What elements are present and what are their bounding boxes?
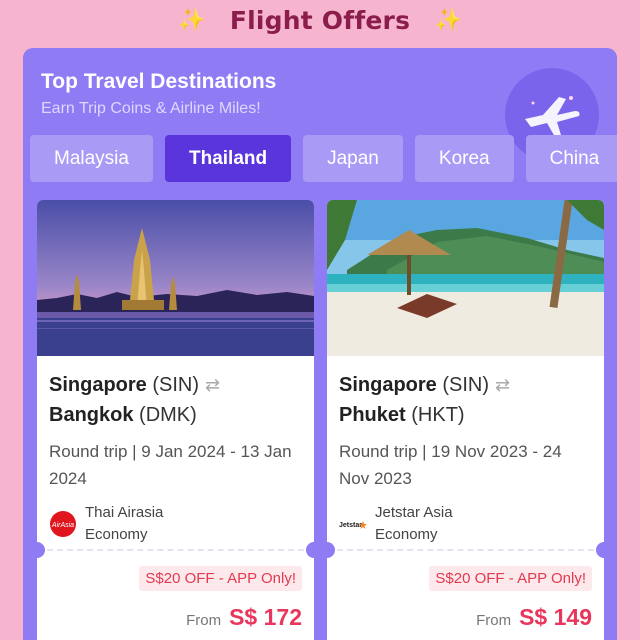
sparkle-icon: ✨ [178,7,206,32]
price-value: S$ 172 [229,604,302,630]
svg-text:AirAsia: AirAsia [51,522,74,529]
route: Singapore (SIN) ⇄ Bangkok (DMK) [37,356,314,430]
destination-city: Phuket [339,404,406,426]
ticket-notch [596,542,604,558]
destination-code: (DMK) [139,404,197,426]
promo-badge: S$20 OFF - APP Only! [429,566,592,591]
airline-info: AirAsia Thai Airasia Economy [37,492,314,546]
offer-card[interactable]: Singapore (SIN) ⇄ Phuket (HKT) Round trip… [327,200,604,640]
airline-name: Thai Airasia [85,504,164,521]
panel-heading: Top Travel Destinations Earn Trip Coins … [41,70,276,118]
airasia-logo: AirAsia [49,510,77,538]
jetstar-logo: Jetstar [339,510,367,538]
destination-code: (HKT) [411,404,465,426]
divider [47,549,304,551]
tab-china[interactable]: China [525,135,617,182]
route: Singapore (SIN) ⇄ Phuket (HKT) [327,356,604,430]
panel-title: Top Travel Destinations [41,70,277,93]
origin-city: Singapore [49,374,147,396]
price-from-label: From [186,612,222,629]
svg-text:Jetstar: Jetstar [339,522,362,529]
offer-card[interactable]: Singapore (SIN) ⇄ Bangkok (DMK) Round tri… [37,200,314,640]
divider [337,549,594,551]
trip-dates: Round trip | 9 Jan 2024 - 13 Jan 2024 [49,442,292,488]
airline-name: Jetstar Asia [375,504,453,521]
tab-korea[interactable]: Korea [414,135,514,182]
ticket-notch [306,542,314,558]
bangkok-temple-image [37,200,314,356]
round-trip-arrows-icon: ⇄ [205,375,221,395]
origin-code: (SIN) [152,374,200,396]
country-tabs: Malaysia Thailand Japan Korea China [30,135,617,182]
page-title: Flight Offers [229,5,411,35]
destinations-panel: Top Travel Destinations Earn Trip Coins … [23,48,617,640]
trip-dates: Round trip | 19 Nov 2023 - 24 Nov 2023 [339,442,562,488]
airline-info: Jetstar Jetstar Asia Economy [327,492,604,546]
origin-city: Singapore [339,374,437,396]
destination-city: Bangkok [49,404,134,426]
price: From S$ 149 [476,604,592,631]
phuket-beach-image [327,200,604,356]
promo-badge: S$20 OFF - APP Only! [139,566,302,591]
price-value: S$ 149 [519,604,592,630]
cabin-class: Economy [85,526,148,543]
cabin-class: Economy [375,526,438,543]
sparkle-icon: ✨ [434,7,462,32]
panel-subtitle: Earn Trip Coins & Airline Miles! [41,100,261,117]
price: From S$ 172 [186,604,302,631]
tab-malaysia[interactable]: Malaysia [30,135,153,182]
offer-cards: Singapore (SIN) ⇄ Bangkok (DMK) Round tri… [37,200,604,640]
round-trip-arrows-icon: ⇄ [495,375,511,395]
price-from-label: From [476,612,512,629]
tab-japan[interactable]: Japan [303,135,403,182]
origin-code: (SIN) [442,374,490,396]
tab-thailand[interactable]: Thailand [164,135,292,182]
page-header: ✨ Flight Offers ✨ [0,0,640,40]
